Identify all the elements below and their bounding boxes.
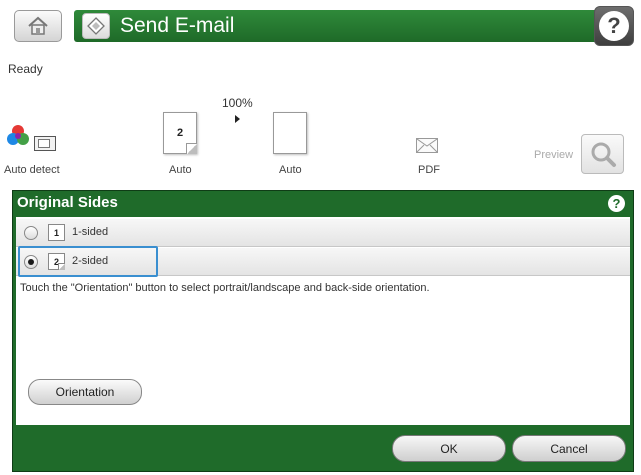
zoom-text: 100%	[222, 96, 253, 110]
dialog-help-icon[interactable]: ?	[608, 195, 625, 212]
page-1-icon: 1	[48, 224, 65, 241]
home-button[interactable]	[14, 10, 62, 42]
selection-highlight	[18, 246, 158, 277]
color-label: Auto detect	[4, 164, 60, 176]
header: Send E-mail ?	[0, 0, 641, 52]
option-1-sided[interactable]: 1 1-sided	[16, 219, 630, 247]
status-area: Ready Auto detect 2 Auto 100% Auto PDF P…	[0, 52, 641, 182]
ok-button[interactable]: OK	[392, 435, 506, 462]
original-sides-thumb[interactable]: 2	[163, 112, 197, 154]
size-label: Auto	[279, 164, 302, 176]
scanner-icon	[34, 136, 56, 151]
home-icon	[28, 16, 48, 35]
sides-number: 2	[177, 127, 184, 139]
sides-label: Auto	[169, 164, 192, 176]
radio-1-sided[interactable]	[24, 226, 38, 240]
title-bar: Send E-mail	[74, 10, 614, 42]
cancel-button[interactable]: Cancel	[512, 435, 626, 462]
preview-button[interactable]	[581, 134, 624, 174]
envelope-icon[interactable]	[416, 138, 438, 153]
help-button[interactable]: ?	[594, 6, 634, 46]
dialog-body: 1 1-sided 2 2-sided Touch the "Orientati…	[16, 217, 630, 425]
page-title: Send E-mail	[120, 14, 235, 37]
status-text: Ready	[8, 62, 43, 76]
format-label: PDF	[418, 164, 440, 176]
orientation-button[interactable]: Orientation	[28, 379, 142, 405]
email-diamond-icon	[82, 13, 110, 39]
color-icon[interactable]	[6, 124, 30, 148]
dialog-title: Original Sides	[17, 194, 118, 211]
original-size-thumb[interactable]	[273, 112, 307, 154]
magnifier-icon	[591, 142, 616, 167]
help-icon: ?	[599, 11, 629, 41]
dialog-footer: OK Cancel	[16, 428, 630, 468]
option-label: 1-sided	[72, 226, 109, 238]
preview-label: Preview	[534, 149, 574, 161]
arrow-right-icon	[235, 115, 240, 123]
page-fold-icon	[186, 143, 197, 154]
original-sides-dialog: Original Sides ? 1 1-sided 2 2-sided Tou…	[12, 190, 634, 472]
instruction-text: Touch the "Orientation" button to select…	[20, 282, 430, 294]
